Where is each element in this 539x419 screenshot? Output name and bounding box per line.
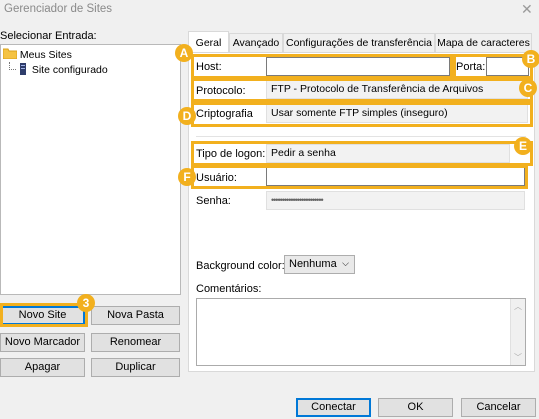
highlight-host bbox=[191, 54, 453, 79]
server-icon bbox=[19, 63, 26, 75]
annotation-badge-3: 3 bbox=[77, 294, 95, 312]
duplicate-button[interactable]: Duplicar bbox=[91, 358, 180, 377]
folder-icon bbox=[2, 48, 18, 60]
comments-scrollbar[interactable]: ︿ ﹀ bbox=[510, 299, 525, 365]
tree-root-label: Meus Sites bbox=[19, 49, 72, 61]
password-label: Senha: bbox=[196, 195, 231, 207]
close-icon[interactable]: ✕ bbox=[521, 1, 533, 18]
tree-child-label: Site configurado bbox=[31, 64, 108, 76]
bg-color-label: Background color: bbox=[196, 260, 285, 272]
highlight-new-site bbox=[0, 303, 88, 327]
window-title: Gerenciador de Sites bbox=[4, 3, 113, 15]
highlight-user bbox=[191, 165, 528, 189]
chevron-down-icon[interactable]: ﹀ bbox=[514, 352, 522, 363]
annotation-badge-a: A bbox=[175, 44, 193, 62]
annotation-badge-d: D bbox=[178, 107, 196, 125]
new-bookmark-button[interactable]: Novo Marcador bbox=[0, 333, 85, 352]
tab-charset[interactable]: Mapa de caracteres bbox=[435, 33, 532, 52]
divider bbox=[196, 136, 526, 137]
connect-button[interactable]: Conectar bbox=[296, 398, 371, 417]
annotation-badge-e: E bbox=[514, 137, 532, 155]
cancel-button[interactable]: Cancelar bbox=[461, 398, 536, 417]
bg-color-select[interactable]: Nenhuma ⌵ bbox=[284, 255, 355, 274]
comments-label: Comentários: bbox=[196, 283, 262, 295]
highlight-encryption bbox=[191, 102, 533, 127]
chevron-down-icon: ⌵ bbox=[342, 258, 349, 268]
tab-geral[interactable]: Geral bbox=[188, 31, 229, 52]
annotation-badge-c: C bbox=[519, 79, 537, 97]
annotation-badge-f: F bbox=[178, 168, 196, 186]
password-input[interactable]: •••••••••••••••••••••••• bbox=[266, 191, 525, 210]
tab-transfer-settings[interactable]: Configurações de transferência bbox=[283, 33, 435, 52]
rename-button[interactable]: Renomear bbox=[91, 333, 180, 352]
delete-button[interactable]: Apagar bbox=[0, 358, 85, 377]
comments-textarea[interactable]: ︿ ﹀ bbox=[196, 298, 526, 366]
select-entry-label: Selecionar Entrada: bbox=[0, 30, 97, 42]
tab-avancado[interactable]: Avançado bbox=[229, 33, 283, 52]
tree-item-site-configurado[interactable]: Site configurado bbox=[9, 62, 108, 76]
highlight-protocol bbox=[191, 78, 533, 102]
highlight-logon-type bbox=[191, 141, 533, 166]
site-tree[interactable]: Meus Sites Site configurado bbox=[0, 44, 181, 295]
bg-color-value: Nenhuma bbox=[289, 258, 337, 270]
highlight-port bbox=[453, 54, 533, 79]
ok-button[interactable]: OK bbox=[378, 398, 453, 417]
chevron-up-icon[interactable]: ︿ bbox=[514, 301, 522, 312]
tree-item-meus-sites[interactable]: Meus Sites bbox=[2, 48, 72, 62]
annotation-badge-b: B bbox=[522, 50, 539, 68]
tree-line-icon bbox=[9, 62, 16, 70]
new-folder-button[interactable]: Nova Pasta bbox=[91, 306, 180, 325]
